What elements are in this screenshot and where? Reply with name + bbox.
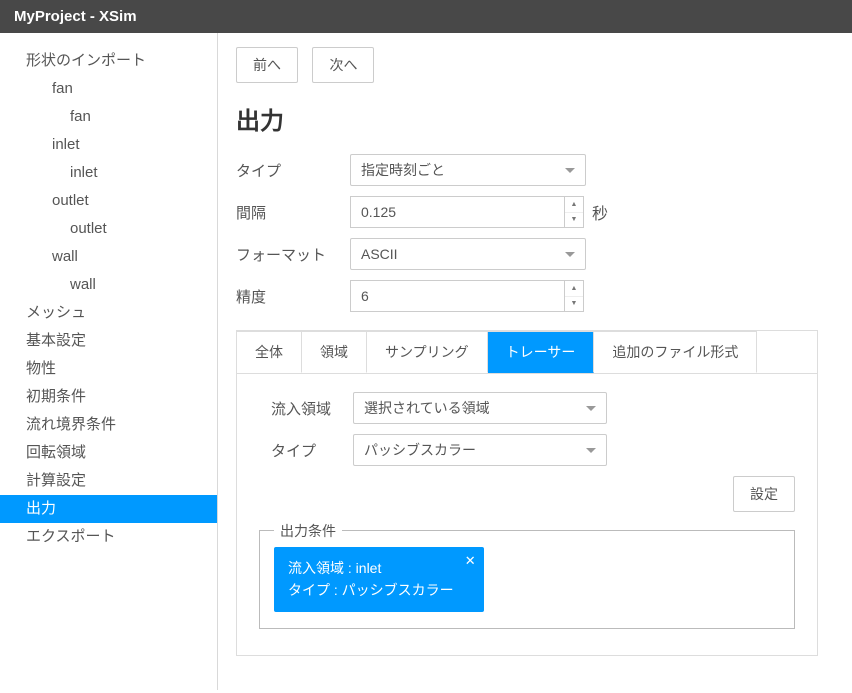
next-button[interactable]: 次へ xyxy=(312,47,374,83)
interval-spinner: ▲ ▼ xyxy=(564,196,584,228)
sidebar-item-14[interactable]: 回転領域 xyxy=(0,439,217,467)
window-title: MyProject - XSim xyxy=(14,8,137,25)
tracer-type-label: タイプ xyxy=(255,440,353,461)
chevron-down-icon xyxy=(586,406,596,411)
sidebar-item-11[interactable]: 物性 xyxy=(0,355,217,383)
precision-input[interactable] xyxy=(350,280,564,312)
tab-4[interactable]: 追加のファイル形式 xyxy=(594,331,757,373)
sidebar-item-2[interactable]: fan xyxy=(0,103,217,131)
precision-step-up[interactable]: ▲ xyxy=(565,281,583,297)
output-conditions-legend: 出力条件 xyxy=(274,521,342,541)
tracer-type-value: パッシブスカラー xyxy=(364,440,476,460)
output-type-label: タイプ xyxy=(236,160,350,181)
interval-input[interactable] xyxy=(350,196,564,228)
tracer-type-select[interactable]: パッシブスカラー xyxy=(353,434,607,466)
sidebar: 形状のインポートfanfaninletinletoutletoutletwall… xyxy=(0,33,218,690)
section-heading: 出力 xyxy=(236,101,818,136)
sidebar-item-17[interactable]: エクスポート xyxy=(0,523,217,551)
output-type-value: 指定時刻ごと xyxy=(361,160,445,180)
interval-step-down[interactable]: ▼ xyxy=(565,213,583,228)
interval-label: 間隔 xyxy=(236,202,350,223)
output-conditions-fieldset: 出力条件 流入領域 : inlet タイプ : パッシブスカラー ✕ xyxy=(259,530,795,629)
sidebar-item-16[interactable]: 出力 xyxy=(0,495,217,523)
format-select[interactable]: ASCII xyxy=(350,238,586,270)
condition-chip-line1: 流入領域 : inlet xyxy=(288,557,454,579)
sidebar-item-12[interactable]: 初期条件 xyxy=(0,383,217,411)
sidebar-item-4[interactable]: inlet xyxy=(0,159,217,187)
tab-0[interactable]: 全体 xyxy=(237,331,302,373)
tab-3[interactable]: トレーサー xyxy=(488,331,595,373)
output-type-select[interactable]: 指定時刻ごと xyxy=(350,154,586,186)
tab-strip: 全体領域サンプリングトレーサー追加のファイル形式 xyxy=(237,331,817,374)
tracer-inflow-select[interactable]: 選択されている領域 xyxy=(353,392,607,424)
sidebar-item-0[interactable]: 形状のインポート xyxy=(0,47,217,75)
tab-2[interactable]: サンプリング xyxy=(367,331,488,373)
nav-buttons: 前へ 次へ xyxy=(236,47,818,83)
sidebar-item-8[interactable]: wall xyxy=(0,271,217,299)
sidebar-item-5[interactable]: outlet xyxy=(0,187,217,215)
sidebar-item-13[interactable]: 流れ境界条件 xyxy=(0,411,217,439)
sidebar-item-6[interactable]: outlet xyxy=(0,215,217,243)
sidebar-item-3[interactable]: inlet xyxy=(0,131,217,159)
precision-step-down[interactable]: ▼ xyxy=(565,297,583,312)
sidebar-item-7[interactable]: wall xyxy=(0,243,217,271)
sidebar-item-15[interactable]: 計算設定 xyxy=(0,467,217,495)
sidebar-item-1[interactable]: fan xyxy=(0,75,217,103)
tracer-inflow-value: 選択されている領域 xyxy=(364,398,490,418)
chevron-down-icon xyxy=(565,168,575,173)
chevron-down-icon xyxy=(586,448,596,453)
sidebar-item-9[interactable]: メッシュ xyxy=(0,299,217,327)
format-label: フォーマット xyxy=(236,244,350,265)
output-tabs-panel: 全体領域サンプリングトレーサー追加のファイル形式 流入領域 選択されている領域 … xyxy=(236,330,818,656)
chevron-down-icon xyxy=(565,252,575,257)
tracer-set-button[interactable]: 設定 xyxy=(733,476,795,512)
precision-label: 精度 xyxy=(236,286,350,307)
interval-unit: 秒 xyxy=(592,200,608,224)
condition-chip[interactable]: 流入領域 : inlet タイプ : パッシブスカラー ✕ xyxy=(274,547,484,612)
precision-spinner: ▲ ▼ xyxy=(564,280,584,312)
format-value: ASCII xyxy=(361,246,398,262)
main-panel: 前へ 次へ 出力 タイプ 指定時刻ごと 間隔 ▲ ▼ 秒 フォーマット xyxy=(218,33,852,690)
window-titlebar: MyProject - XSim xyxy=(0,0,852,33)
tracer-inflow-label: 流入領域 xyxy=(255,398,353,419)
interval-step-up[interactable]: ▲ xyxy=(565,197,583,213)
condition-chip-line2: タイプ : パッシブスカラー xyxy=(288,579,454,601)
tab-1[interactable]: 領域 xyxy=(302,331,367,373)
prev-button[interactable]: 前へ xyxy=(236,47,298,83)
sidebar-item-10[interactable]: 基本設定 xyxy=(0,327,217,355)
close-icon[interactable]: ✕ xyxy=(465,551,476,572)
tab-body-tracer: 流入領域 選択されている領域 タイプ パッシブスカラー 設定 xyxy=(237,374,817,655)
